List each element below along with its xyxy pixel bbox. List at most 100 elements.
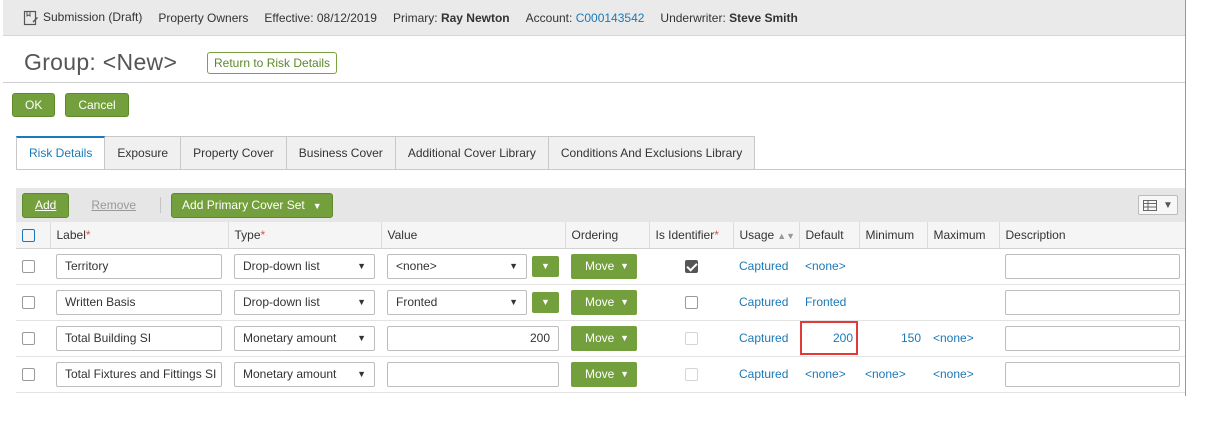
risk-details-grid: Label* Type* Value Ordering Is Identifie…: [16, 222, 1185, 393]
table-row: Total Fixtures and Fittings SI Monetary …: [16, 356, 1185, 393]
usage-link[interactable]: Captured: [739, 331, 788, 345]
table-row: Total Building SI Monetary amount ▼ 200 M…: [16, 320, 1185, 357]
column-is-identifier: Is Identifier*: [649, 222, 734, 249]
value-options-button[interactable]: ▼: [532, 255, 559, 277]
move-button[interactable]: Move ▼: [571, 253, 637, 279]
usage-link[interactable]: Captured: [739, 259, 788, 273]
column-default: Default: [799, 222, 860, 249]
label-input[interactable]: Total Building SI: [56, 325, 222, 351]
grid-columns-icon[interactable]: ▼: [1138, 195, 1178, 215]
default-link[interactable]: Fronted: [805, 295, 846, 309]
description-input[interactable]: [1005, 253, 1180, 279]
default-link[interactable]: <none>: [805, 367, 846, 381]
effective-date: Effective: 08/12/2019: [264, 10, 377, 25]
tab-business-cover[interactable]: Business Cover: [286, 136, 396, 170]
tab-conditions-exclusions-library[interactable]: Conditions And Exclusions Library: [548, 136, 756, 170]
type-select[interactable]: Monetary amount ▼: [234, 361, 375, 387]
value-input[interactable]: 200: [387, 325, 559, 351]
label-input[interactable]: Total Fixtures and Fittings SI: [56, 361, 222, 387]
sort-icon: ▲▼: [777, 230, 796, 241]
default-link[interactable]: 200: [833, 331, 853, 345]
description-input[interactable]: [1005, 325, 1180, 351]
row-checkbox[interactable]: [22, 296, 35, 310]
label-input[interactable]: Written Basis: [56, 289, 222, 315]
form-actions: OK Cancel: [12, 93, 129, 117]
cancel-button[interactable]: Cancel: [65, 93, 129, 117]
description-input[interactable]: [1005, 289, 1180, 315]
value-select[interactable]: <none> ▼: [387, 253, 527, 279]
product-name: Property Owners: [158, 10, 249, 25]
column-type: Type*: [228, 222, 382, 249]
tab-divider: [16, 169, 1185, 170]
table-icon: [1143, 199, 1158, 211]
tab-property-cover[interactable]: Property Cover: [181, 136, 287, 170]
submission-icon: [23, 10, 38, 25]
caret-down-icon: ▼: [620, 369, 629, 379]
grid-toolbar: Add Remove Add Primary Cover Set ▼ ▼: [16, 188, 1185, 222]
chevron-down-icon: ▼: [357, 369, 366, 379]
move-button[interactable]: Move ▼: [571, 361, 637, 387]
is-identifier-checkbox[interactable]: [684, 296, 698, 310]
caret-down-icon: ▼: [620, 261, 629, 271]
table-row: Written Basis Drop-down list ▼ Fronted ▼ ▼ …: [16, 284, 1185, 321]
description-input[interactable]: [1005, 361, 1180, 387]
type-select[interactable]: Drop-down list ▼: [234, 289, 375, 315]
select-all-checkbox[interactable]: [22, 228, 35, 242]
column-maximum: Maximum: [927, 222, 1000, 249]
return-to-risk-details-button[interactable]: Return to Risk Details: [207, 52, 338, 74]
account-info: Account: C000143542: [525, 10, 645, 25]
row-checkbox[interactable]: [22, 332, 35, 346]
tab-strip: Risk Details Exposure Property Cover Bus…: [16, 136, 756, 170]
add-button[interactable]: Add: [22, 192, 70, 218]
account-link[interactable]: C000143542: [576, 11, 645, 25]
row-checkbox[interactable]: [22, 368, 35, 382]
tab-exposure[interactable]: Exposure: [105, 136, 182, 170]
row-checkbox[interactable]: [22, 260, 35, 274]
caret-down-icon: ▼: [620, 297, 629, 307]
add-primary-cover-set-button[interactable]: Add Primary Cover Set ▼: [171, 192, 333, 218]
move-button[interactable]: Move ▼: [571, 325, 637, 351]
move-button[interactable]: Move ▼: [571, 289, 637, 315]
column-usage[interactable]: Usage ▲▼: [733, 222, 800, 249]
context-bar: Submission (Draft) Property Owners Effec…: [3, 0, 1185, 36]
underwriter-info: Underwriter: Steve Smith: [660, 10, 798, 25]
column-value: Value: [381, 222, 566, 249]
minimum-link[interactable]: 150: [901, 331, 921, 345]
maximum-link[interactable]: <none>: [933, 331, 974, 345]
type-select[interactable]: Monetary amount ▼: [234, 325, 375, 351]
title-bar: Group: <New> Return to Risk Details: [3, 37, 1185, 83]
select-all-header: [16, 222, 51, 249]
usage-link[interactable]: Captured: [739, 295, 788, 309]
column-minimum: Minimum: [859, 222, 928, 249]
column-label: Label*: [50, 222, 229, 249]
app-window: Submission (Draft) Property Owners Effec…: [3, 0, 1186, 396]
chevron-down-icon: ▼: [1163, 199, 1173, 211]
caret-down-icon: ▼: [620, 333, 629, 343]
maximum-link[interactable]: <none>: [933, 367, 974, 381]
caret-down-icon: ▼: [312, 200, 322, 211]
page-title: Group: <New>: [24, 49, 178, 75]
remove-button[interactable]: Remove: [77, 198, 150, 212]
is-identifier-checkbox[interactable]: [684, 260, 698, 274]
grid-header: Label* Type* Value Ordering Is Identifie…: [16, 222, 1185, 249]
column-ordering: Ordering: [565, 222, 650, 249]
value-input[interactable]: [387, 361, 559, 387]
tab-additional-cover-library[interactable]: Additional Cover Library: [395, 136, 549, 170]
chevron-down-icon: ▼: [509, 261, 518, 271]
chevron-down-icon: ▼: [357, 297, 366, 307]
ok-button[interactable]: OK: [12, 93, 56, 117]
chevron-down-icon: ▼: [357, 261, 366, 271]
submission-status[interactable]: Submission (Draft): [23, 10, 142, 26]
tab-risk-details[interactable]: Risk Details: [16, 136, 106, 170]
type-select[interactable]: Drop-down list ▼: [234, 253, 375, 279]
table-row: Territory Drop-down list ▼ <none> ▼ ▼ Move ▼…: [16, 248, 1185, 285]
minimum-link[interactable]: <none>: [865, 367, 906, 381]
usage-link[interactable]: Captured: [739, 367, 788, 381]
primary-insured: Primary: Ray Newton: [392, 10, 510, 25]
is-identifier-checkbox: [684, 368, 698, 382]
default-link[interactable]: <none>: [805, 259, 846, 273]
value-select[interactable]: Fronted ▼: [387, 289, 527, 315]
column-description: Description: [999, 222, 1185, 249]
label-input[interactable]: Territory: [56, 253, 222, 279]
value-options-button[interactable]: ▼: [532, 291, 559, 313]
